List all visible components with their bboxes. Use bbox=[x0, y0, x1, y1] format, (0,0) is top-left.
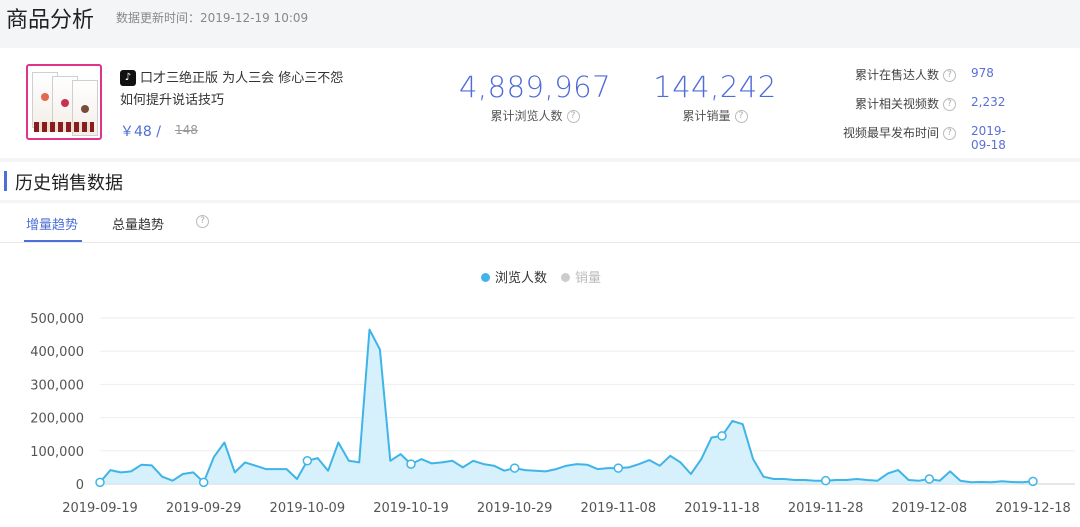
product-name[interactable]: 口才三绝正版 为人三会 修心三不怨 如何提升说话技巧 bbox=[120, 68, 348, 112]
x-tick-label: 2019-11-28 bbox=[788, 501, 864, 516]
side-stat-label: 视频最早发布时间 bbox=[842, 126, 939, 140]
product-thumbnail[interactable] bbox=[26, 64, 102, 140]
y-tick-label: 400,000 bbox=[30, 345, 84, 360]
y-tick-label: 300,000 bbox=[30, 378, 84, 393]
x-tick-label: 2019-12-18 bbox=[995, 501, 1071, 516]
update-time: 数据更新时间：2019-12-19 10:09 bbox=[116, 11, 309, 25]
x-tick-label: 2019-10-09 bbox=[270, 501, 346, 516]
sales-value: 144,242 bbox=[653, 70, 777, 104]
chart-panel: 增量趋势 总量趋势 ? 浏览人数 销量 0 100,000 200,000 300,0… bbox=[0, 203, 1080, 527]
x-tick-label: 2019-12-08 bbox=[892, 501, 968, 516]
data-point-marker[interactable] bbox=[924, 474, 935, 484]
data-point-marker[interactable] bbox=[613, 463, 624, 473]
side-stat-label: 累计在售达人数 bbox=[854, 68, 939, 82]
sales-stat: 144,242 累计销量? bbox=[640, 70, 790, 124]
views-label: 累计浏览人数 bbox=[490, 109, 563, 123]
product-price: ￥48 / bbox=[120, 124, 161, 140]
data-point-marker[interactable] bbox=[717, 431, 727, 441]
data-point-marker[interactable] bbox=[1028, 476, 1038, 487]
line-chart: 0 100,000 200,000 300,000 400,000 500,000 201… bbox=[30, 312, 1075, 516]
x-tick-label: 2019-10-19 bbox=[373, 501, 449, 516]
views-stat: 4,889,967 累计浏览人数? bbox=[455, 70, 615, 124]
views-value: 4,889,967 bbox=[458, 70, 612, 104]
section-title: 历史销售数据 bbox=[15, 173, 123, 194]
x-tick-label: 2019-10-29 bbox=[477, 501, 553, 516]
side-stat-row: 累计相关视频数? bbox=[800, 95, 956, 112]
side-stat-label: 累计相关视频数 bbox=[854, 97, 939, 111]
product-summary-card: ♪ 口才三绝正版 为人三会 修心三不怨 如何提升说话技巧 ￥48 / 148 4… bbox=[0, 48, 1080, 158]
views-area bbox=[100, 329, 1033, 484]
side-stat-row: 累计在售达人数? bbox=[800, 66, 956, 83]
sales-label: 累计销量 bbox=[682, 109, 731, 123]
x-tick-label: 2019-09-19 bbox=[62, 501, 138, 516]
question-circle-icon[interactable]: ? bbox=[566, 110, 580, 123]
data-point-marker[interactable] bbox=[302, 456, 313, 466]
question-circle-icon[interactable]: ? bbox=[943, 69, 956, 82]
y-tick-label: 100,000 bbox=[30, 445, 84, 460]
question-circle-icon[interactable]: ? bbox=[943, 98, 956, 111]
y-tick-label: 500,000 bbox=[30, 312, 84, 327]
y-tick-label: 0 bbox=[76, 478, 84, 493]
section-marker bbox=[4, 171, 7, 191]
data-point-marker[interactable] bbox=[95, 477, 105, 488]
y-tick-label: 200,000 bbox=[30, 412, 84, 427]
x-tick-label: 2019-11-08 bbox=[581, 501, 657, 516]
section-header: 历史销售数据 bbox=[0, 162, 1080, 200]
data-point-marker[interactable] bbox=[406, 459, 416, 469]
x-tick-label: 2019-09-29 bbox=[166, 501, 242, 516]
page-header: 商品分析 数据更新时间：2019-12-19 10:09 bbox=[0, 0, 1080, 42]
views-line bbox=[99, 328, 1034, 484]
data-point-marker[interactable] bbox=[509, 463, 520, 473]
x-tick-label: 2019-11-18 bbox=[684, 501, 760, 516]
page-title: 商品分析 bbox=[6, 8, 95, 33]
data-point-marker[interactable] bbox=[198, 477, 209, 488]
side-stat-row: 视频最早发布时间? bbox=[800, 124, 956, 141]
original-price: 148 bbox=[175, 123, 198, 137]
question-circle-icon[interactable]: ? bbox=[943, 127, 956, 140]
question-circle-icon[interactable]: ? bbox=[734, 110, 748, 123]
data-point-marker[interactable] bbox=[820, 475, 831, 486]
